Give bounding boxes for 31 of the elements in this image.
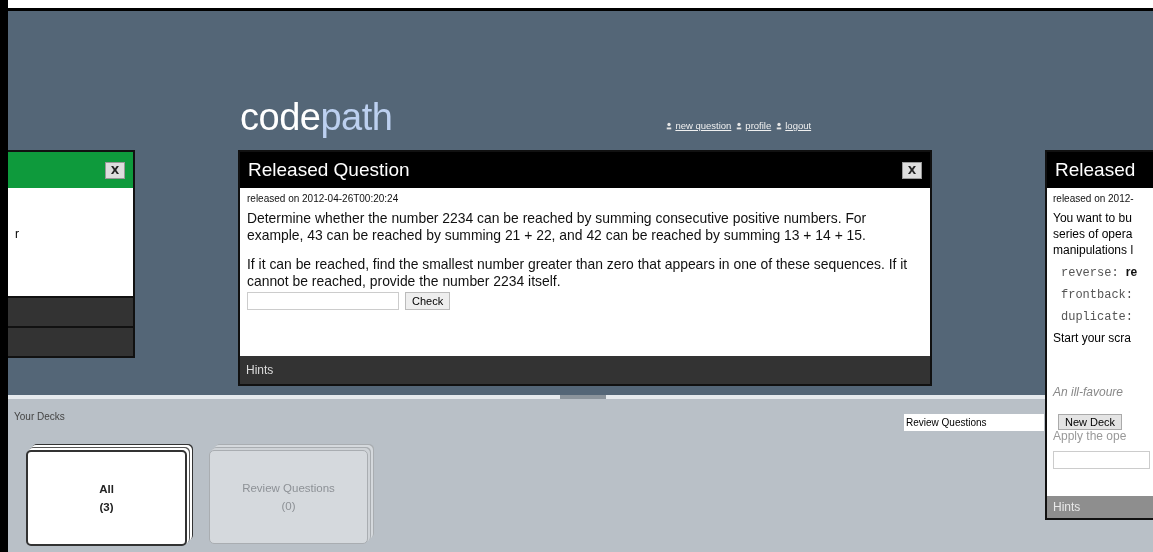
card-title: Released	[1055, 159, 1136, 181]
person-icon	[736, 121, 743, 130]
person-icon	[776, 121, 783, 130]
example-text: An ill-favoure	[1053, 385, 1125, 399]
nav-link[interactable]: logout	[785, 120, 812, 131]
card-text: r	[15, 227, 20, 241]
nav-link[interactable]: profile	[745, 120, 772, 131]
deck-name-field[interactable]: Review Questions	[904, 414, 1044, 431]
released-date: released on 2012-	[1053, 193, 1135, 204]
answer-field[interactable]	[1053, 451, 1150, 469]
check-button[interactable]: Check	[405, 292, 451, 310]
code-line: frontback:	[1061, 287, 1134, 303]
close-button[interactable]: X	[105, 161, 125, 179]
question-text: If it can be reached, find the smallest number greater than zero that appears in one of these sequences. If it cannot be reached, provide the number 2234 itself.	[247, 256, 909, 290]
resize-handle[interactable]	[560, 395, 606, 399]
new-deck-button[interactable]: New Deck	[1058, 414, 1123, 430]
hints-bar[interactable]: Hints	[240, 356, 930, 384]
question-text: Determine whether the number 2234 can be reached by summing consecutive positive numbers. For example, 43 can be reached by summing 21 + 22, and 42 can be reached by summing 13 + 14 + 15.	[247, 210, 868, 244]
code-line: reverse: re	[1061, 264, 1139, 281]
close-button[interactable]: X	[902, 161, 922, 179]
nav-link[interactable]: new question	[675, 120, 732, 131]
card-title: Released Question	[248, 159, 410, 181]
question-text: You want to bu series of opera manipulations l	[1053, 210, 1135, 258]
question-text: Start your scra	[1053, 331, 1133, 345]
released-date: released on 2012-04-26T00:20:24	[247, 193, 400, 204]
logo[interactable]: codepath	[240, 97, 393, 137]
panel-title: Your Decks	[14, 411, 65, 422]
code-line: duplicate:	[1061, 309, 1134, 325]
person-icon	[666, 121, 673, 130]
question-text: Apply the ope	[1053, 429, 1128, 443]
answer-field[interactable]	[247, 292, 399, 310]
